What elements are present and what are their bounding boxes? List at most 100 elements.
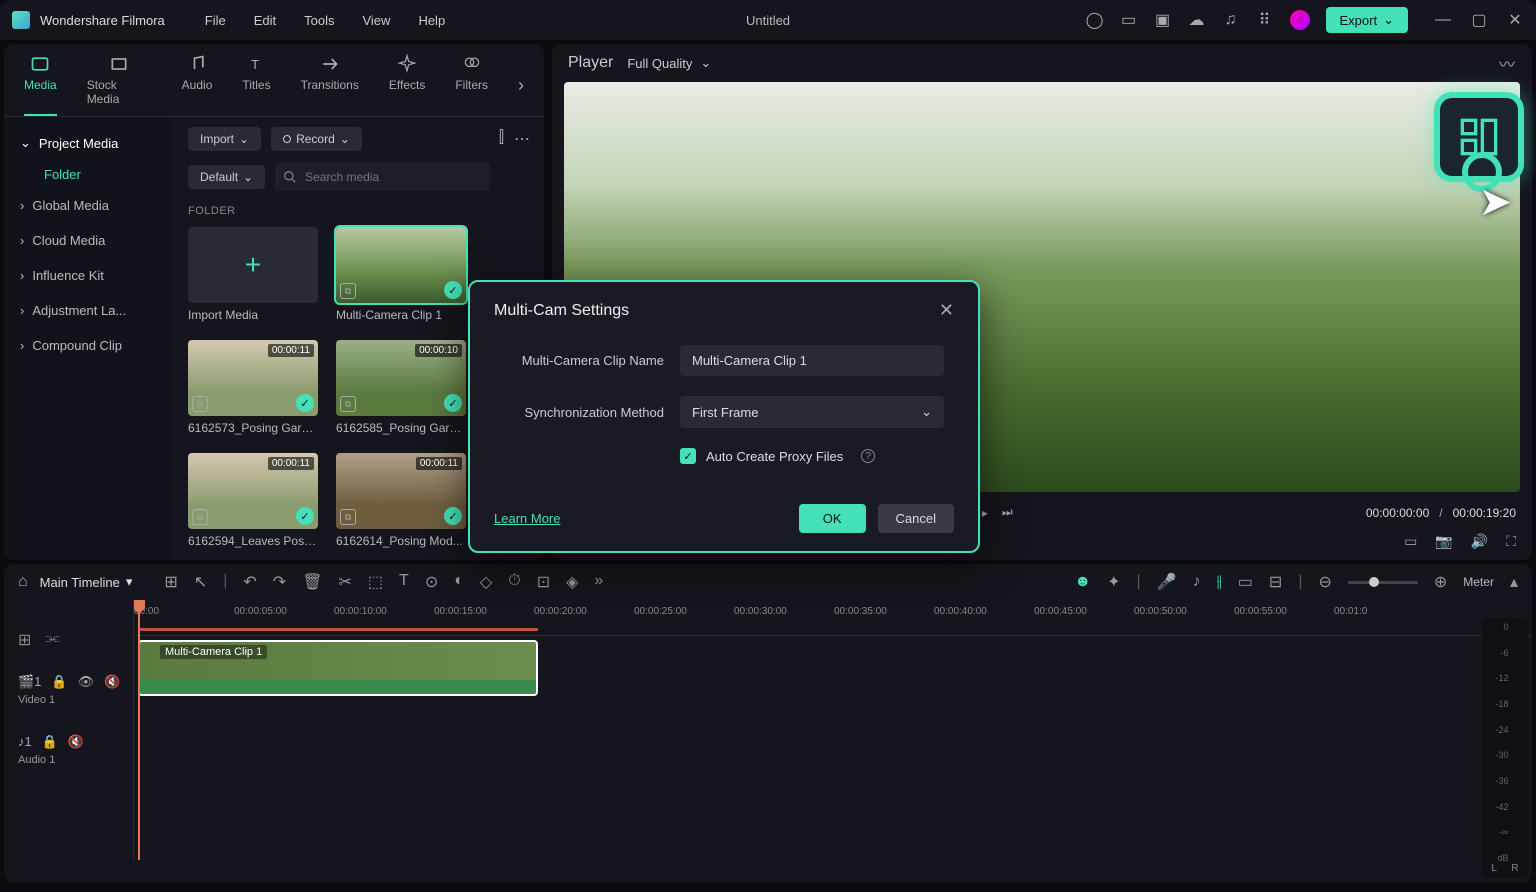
sidebar-folder[interactable]: Folder [4,161,174,188]
export-button[interactable]: Export⌄ [1326,7,1408,33]
filter-icon[interactable]: ⫿ [499,129,504,149]
monitor-icon[interactable]: ▭ [1120,11,1138,29]
audio-track-header[interactable]: ♪1🔒🔇 Audio 1 [4,720,133,780]
import-button[interactable]: Import⌄ [188,127,261,151]
media-item[interactable]: 00:00:11⧉✓ 6162594_Leaves Posin... [188,453,318,548]
menu-file[interactable]: File [205,13,226,28]
timer-icon[interactable]: ⏱ [508,572,520,592]
color-icon[interactable]: ◐ [454,572,464,592]
zoom-slider[interactable] [1348,581,1418,584]
timeline-selector[interactable]: Main Timeline▾ [40,574,133,590]
zoom-in-icon[interactable]: ⊕ [1434,572,1447,592]
quality-dropdown[interactable]: Full Quality⌄ [627,55,711,71]
menu-help[interactable]: Help [418,13,445,28]
redo-icon[interactable]: ↷ [273,572,286,592]
sidebar-adjustment-layer[interactable]: ›Adjustment La... [4,293,174,328]
record-button[interactable]: Record⌄ [271,127,362,151]
media-item[interactable]: ⧉✓ Multi-Camera Clip 1 [336,227,466,322]
tab-effects[interactable]: Effects [389,54,425,116]
search-input[interactable] [275,163,490,191]
timeline-tracks[interactable]: 00:0000:00:05:0000:00:10:0000:00:15:0000… [134,600,1532,860]
mask-icon[interactable]: ◈ [566,572,578,592]
save-icon[interactable]: ▣ [1154,11,1172,29]
pointer-icon[interactable]: ↖ [194,572,207,592]
menu-view[interactable]: View [362,13,390,28]
next-frame-icon[interactable]: ⏭ [1002,505,1013,520]
add-track-icon[interactable]: ⊞ [18,630,31,650]
home-icon[interactable]: ⌂ [18,573,28,591]
sidebar-influence-kit[interactable]: ›Influence Kit [4,258,174,293]
marker-box-icon[interactable]: ⊟ [1269,572,1282,592]
tab-audio[interactable]: Audio [182,54,213,116]
lock-icon[interactable]: 🔒 [51,674,67,690]
sidebar-cloud-media[interactable]: ›Cloud Media [4,223,174,258]
sidebar-project-media[interactable]: ⌄Project Media [4,125,174,161]
media-item[interactable]: 00:00:11⧉✓ 6162573_Posing Gard... [188,340,318,435]
info-icon[interactable]: ? [861,449,875,463]
tracking-icon[interactable]: ⊡ [537,572,550,592]
import-media-tile[interactable]: + Import Media [188,227,318,322]
tab-filters[interactable]: Filters [455,54,488,116]
music-icon[interactable]: ♪ [1193,573,1201,591]
tab-transitions[interactable]: Transitions [301,54,359,116]
maximize-icon[interactable]: ▢ [1470,11,1488,29]
minimize-icon[interactable]: — [1434,11,1452,29]
visibility-icon[interactable]: 👁 [78,674,95,690]
meter-label[interactable]: Meter [1463,575,1494,589]
keyframe-icon[interactable]: ◇ [480,572,492,592]
frame-icon[interactable]: ▭ [1238,572,1253,592]
snapshot-icon[interactable]: 📷 [1435,533,1452,550]
proxy-checkbox[interactable]: ✓ [680,448,696,464]
clip-name-input[interactable] [680,345,944,376]
more-icon[interactable]: ⋯ [514,129,530,149]
record-indicator-icon[interactable]: ◯ [1086,11,1104,29]
menu-edit[interactable]: Edit [254,13,276,28]
display-icon[interactable]: ▭ [1404,533,1417,550]
enhance-icon[interactable]: ✦ [1107,572,1120,592]
zoom-out-icon[interactable]: ⊖ [1318,572,1331,592]
timeline-clip[interactable]: Multi-Camera Clip 1 [138,640,538,696]
apps-icon[interactable]: ⠿ [1256,11,1274,29]
avatar-icon[interactable] [1290,10,1310,30]
playhead[interactable] [138,600,140,860]
volume-icon[interactable]: 🔊 [1471,533,1488,550]
sync-method-select[interactable]: First Frame⌄ [680,396,944,428]
ok-button[interactable]: OK [799,504,866,533]
cancel-button[interactable]: Cancel [878,504,954,533]
undo-icon[interactable]: ↶ [243,572,256,592]
speed-icon[interactable]: ⊙ [425,572,438,592]
headphones-icon[interactable]: ♫ [1222,11,1240,29]
delete-icon[interactable]: 🗑 [302,572,322,592]
grid-icon[interactable]: ⊞ [164,572,177,592]
waveform-icon[interactable]: 〰 [1498,54,1516,72]
link-icon[interactable]: ⫘ [45,630,59,650]
lock-icon[interactable]: 🔒 [42,734,58,750]
tab-stock-media[interactable]: Stock Media [87,54,152,116]
sidebar-global-media[interactable]: ›Global Media [4,188,174,223]
close-icon[interactable]: ✕ [1506,11,1524,29]
cut-icon[interactable]: ✂ [339,572,352,592]
video-track-header[interactable]: 🎬1🔒👁🔇 Video 1 [4,660,133,720]
audio-sync-icon[interactable]: ⫲ [1217,573,1222,591]
step-forward-icon[interactable]: ▸ [982,506,988,520]
sidebar-compound-clip[interactable]: ›Compound Clip [4,328,174,363]
meter-toggle-icon[interactable]: ▴ [1510,572,1518,592]
mic-icon[interactable]: 🎤 [1157,572,1177,592]
media-item[interactable]: 00:00:10⧉✓ 6162585_Posing Gard... [336,340,466,435]
text-icon[interactable]: T [399,572,409,592]
fullscreen-icon[interactable]: ⛶ [1506,533,1516,550]
cloud-icon[interactable]: ☁ [1188,11,1206,29]
sort-default-button[interactable]: Default⌄ [188,165,265,189]
menu-tools[interactable]: Tools [304,13,334,28]
timeline-ruler[interactable]: 00:0000:00:05:0000:00:10:0000:00:15:0000… [134,600,1532,636]
mute-icon[interactable]: 🔇 [104,674,120,690]
learn-more-link[interactable]: Learn More [494,511,560,526]
ai-icon[interactable]: ☻ [1074,573,1091,591]
media-item[interactable]: 00:00:11⧉✓ 6162614_Posing Mod... [336,453,466,548]
crop-icon[interactable]: ⬚ [368,572,383,592]
tab-titles[interactable]: TTitles [242,54,270,116]
dialog-close-icon[interactable]: ✕ [939,300,954,321]
mute-icon[interactable]: 🔇 [68,734,84,750]
tabs-scroll-right-icon[interactable]: › [518,75,524,96]
more-tools-icon[interactable]: » [594,572,603,592]
